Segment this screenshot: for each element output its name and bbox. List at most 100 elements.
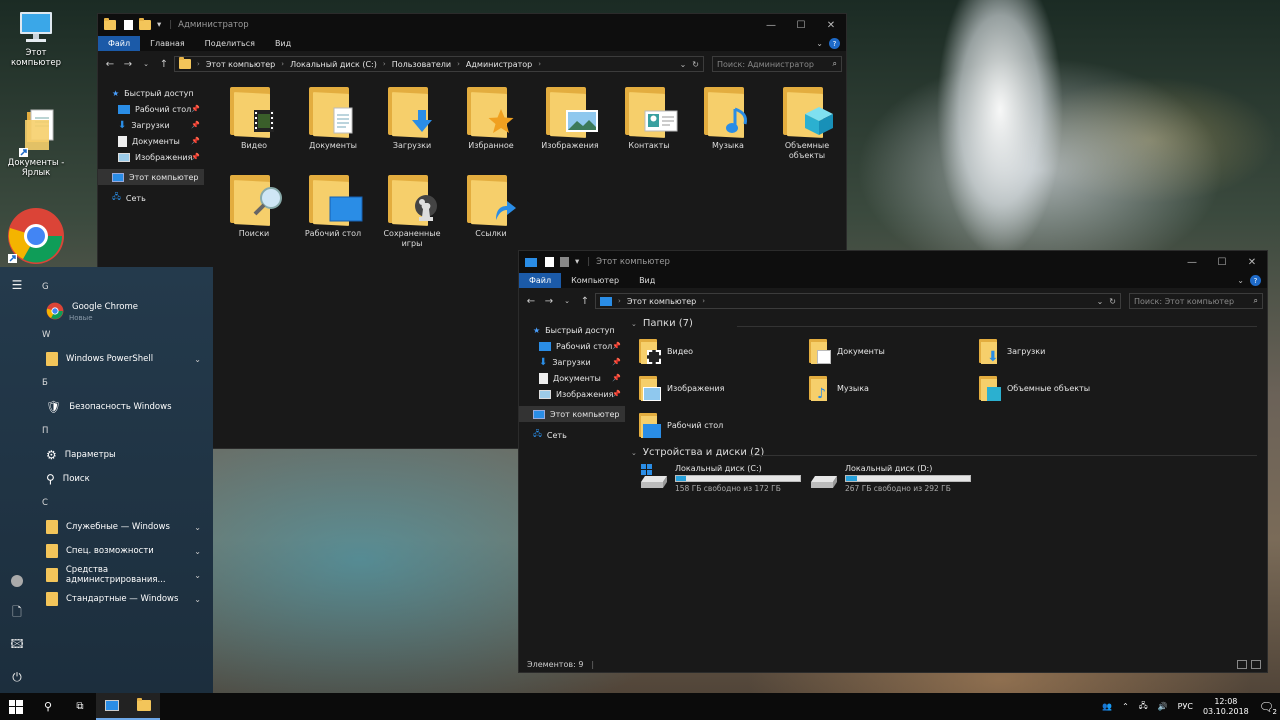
titlebar[interactable]: ▾ | Администратор — ☐ ✕ xyxy=(98,14,846,36)
search-icon[interactable]: ⚲ xyxy=(32,693,64,720)
nav-quick-access[interactable]: ★ Быстрый доступ xyxy=(98,85,204,101)
folder-item-3d-objects[interactable]: Объемные объекты xyxy=(771,85,843,161)
minimize-button[interactable]: — xyxy=(1177,251,1207,273)
hamburger-menu-icon[interactable]: ☰ xyxy=(0,269,34,301)
people-icon[interactable]: 👥 xyxy=(1102,702,1112,711)
forward-button[interactable]: → xyxy=(120,59,136,70)
expand-ribbon-icon[interactable]: ⌄ xyxy=(1237,276,1244,285)
ribbon-tab-computer[interactable]: Компьютер xyxy=(561,273,629,288)
details-view-icon[interactable] xyxy=(1237,659,1247,669)
user-account-icon[interactable] xyxy=(0,565,34,597)
desktop-icon-this-pc[interactable]: Этот компьютер xyxy=(0,8,72,68)
titlebar[interactable]: ▾ | Этот компьютер — ☐ ✕ xyxy=(519,251,1267,273)
documents-icon[interactable]: 🗋 xyxy=(0,597,34,629)
folder-item-downloads[interactable]: Загрузки xyxy=(376,85,448,151)
pictures-icon[interactable]: 🖾 xyxy=(0,629,34,661)
folder-item-links[interactable]: Ссылки xyxy=(455,173,527,239)
ribbon-tab-view[interactable]: Вид xyxy=(629,273,665,288)
folder-item-documents[interactable]: Документы xyxy=(809,338,885,364)
folder-item-documents[interactable]: Документы xyxy=(297,85,369,151)
expand-ribbon-icon[interactable]: ⌄ xyxy=(816,39,823,48)
app-accessibility[interactable]: Спец. возможности ⌄ xyxy=(34,539,209,563)
address-bar[interactable]: › Этот компьютер › Локальный диск (C:) › П… xyxy=(174,56,704,72)
folder-item-desktop[interactable]: Рабочий стол xyxy=(297,173,369,239)
app-settings[interactable]: ⚙ Параметры xyxy=(34,443,209,467)
nav-downloads[interactable]: ⬇ Загрузки 📌 xyxy=(519,354,625,370)
breadcrumb-item[interactable]: Этот компьютер xyxy=(627,297,696,306)
up-button[interactable]: ↑ xyxy=(577,296,593,307)
nav-pictures[interactable]: Изображения 📌 xyxy=(519,386,625,402)
app-accessories[interactable]: Стандартные — Windows ⌄ xyxy=(34,587,209,611)
app-admin-tools[interactable]: Средства администрирования... ⌄ xyxy=(34,563,209,587)
nav-this-pc[interactable]: Этот компьютер xyxy=(98,169,204,185)
drive-d[interactable]: Локальный диск (D:) 267 ГБ свободно из 2… xyxy=(809,464,971,493)
breadcrumb-item[interactable]: Этот компьютер xyxy=(206,60,275,69)
drives-section-header[interactable]: ⌄ Устройства и диски (2) xyxy=(625,447,764,458)
close-button[interactable]: ✕ xyxy=(816,14,846,36)
nav-downloads[interactable]: ⬇ Загрузки 📌 xyxy=(98,117,204,133)
app-search[interactable]: ⚲ Поиск xyxy=(34,467,209,491)
breadcrumb-item[interactable]: Администратор xyxy=(466,60,532,69)
help-icon[interactable]: ? xyxy=(1250,275,1261,286)
back-button[interactable]: ← xyxy=(523,296,539,307)
ribbon-tab-file[interactable]: Файл xyxy=(98,36,141,51)
address-dropdown-icon[interactable]: ⌄ xyxy=(680,60,687,69)
taskbar-app-this-pc[interactable] xyxy=(96,693,128,720)
group-letter[interactable]: W xyxy=(34,323,209,347)
nav-documents[interactable]: Документы 📌 xyxy=(98,133,204,149)
folder-item-music[interactable]: ♪ Музыка xyxy=(809,375,869,401)
folder-item-pictures[interactable]: Изображения xyxy=(639,375,724,401)
ribbon-tab-share[interactable]: Поделиться xyxy=(195,36,265,51)
up-button[interactable]: ↑ xyxy=(156,59,172,70)
explorer-window-this-pc[interactable]: ▾ | Этот компьютер — ☐ ✕ Файл Компьютер … xyxy=(518,250,1268,673)
volume-icon[interactable]: 🔊 xyxy=(1158,702,1168,711)
search-box[interactable]: Поиск: Администратор ⌕ xyxy=(712,56,842,72)
recent-locations-button[interactable]: ⌄ xyxy=(138,60,154,68)
refresh-icon[interactable]: ↻ xyxy=(692,60,699,69)
ribbon-tab-home[interactable]: Главная xyxy=(140,36,195,51)
breadcrumb-item[interactable]: Пользователи xyxy=(392,60,451,69)
new-folder-icon[interactable] xyxy=(139,18,151,30)
folder-item-videos[interactable]: Видео xyxy=(218,85,290,151)
back-button[interactable]: ← xyxy=(102,59,118,70)
nav-pictures[interactable]: Изображения 📌 xyxy=(98,149,204,165)
breadcrumb-item[interactable]: Локальный диск (C:) xyxy=(290,60,377,69)
properties-icon[interactable] xyxy=(545,257,554,267)
task-view-icon[interactable]: ⧉ xyxy=(64,693,96,720)
folder-item-desktop[interactable]: Рабочий стол xyxy=(639,412,723,438)
app-system-tools[interactable]: Служебные — Windows ⌄ xyxy=(34,515,209,539)
folder-item-music[interactable]: Музыка xyxy=(692,85,764,151)
refresh-icon[interactable]: ↻ xyxy=(1109,297,1116,306)
nav-quick-access[interactable]: ★ Быстрый доступ xyxy=(519,322,625,338)
quick-access-dropdown-icon[interactable]: ▾ xyxy=(157,20,161,30)
close-button[interactable]: ✕ xyxy=(1237,251,1267,273)
folder-item-downloads[interactable]: ⬇ Загрузки xyxy=(979,338,1045,364)
folder-item-saved-games[interactable]: Сохраненные игры xyxy=(376,173,448,249)
address-bar[interactable]: › Этот компьютер › ⌄ ↻ xyxy=(595,293,1121,309)
drive-c[interactable]: Локальный диск (C:) 158 ГБ свободно из 1… xyxy=(639,464,801,493)
address-dropdown-icon[interactable]: ⌄ xyxy=(1097,297,1104,306)
folder-item-contacts[interactable]: Контакты xyxy=(613,85,685,151)
ribbon-tab-view[interactable]: Вид xyxy=(265,36,301,51)
app-windows-powershell[interactable]: Windows PowerShell ⌄ xyxy=(34,347,209,371)
network-icon[interactable]: 🖧 xyxy=(1139,700,1148,714)
minimize-button[interactable]: — xyxy=(756,14,786,36)
folder-item-videos[interactable]: Видео xyxy=(639,338,693,364)
taskbar-app-file-explorer[interactable] xyxy=(128,693,160,720)
folders-section-header[interactable]: ⌄ Папки (7) xyxy=(625,318,693,329)
search-box[interactable]: Поиск: Этот компьютер ⌕ xyxy=(1129,293,1263,309)
maximize-button[interactable]: ☐ xyxy=(786,14,816,36)
recent-locations-button[interactable]: ⌄ xyxy=(559,297,575,305)
nav-network[interactable]: 🖧 Сеть xyxy=(519,427,625,443)
group-letter[interactable]: G xyxy=(34,275,209,299)
properties-icon[interactable] xyxy=(124,20,133,30)
notification-center-icon[interactable]: 🗨 2 xyxy=(1259,700,1277,716)
nav-documents[interactable]: Документы 📌 xyxy=(519,370,625,386)
folder-item-searches[interactable]: Поиски xyxy=(218,173,290,239)
nav-network[interactable]: 🖧 Сеть xyxy=(98,190,204,206)
forward-button[interactable]: → xyxy=(541,296,557,307)
language-indicator[interactable]: РУС xyxy=(1178,702,1193,711)
folder-item-3d-objects[interactable]: Объемные объекты xyxy=(979,375,1090,401)
nav-desktop[interactable]: Рабочий стол 📌 xyxy=(98,101,204,117)
group-letter[interactable]: С xyxy=(34,491,209,515)
